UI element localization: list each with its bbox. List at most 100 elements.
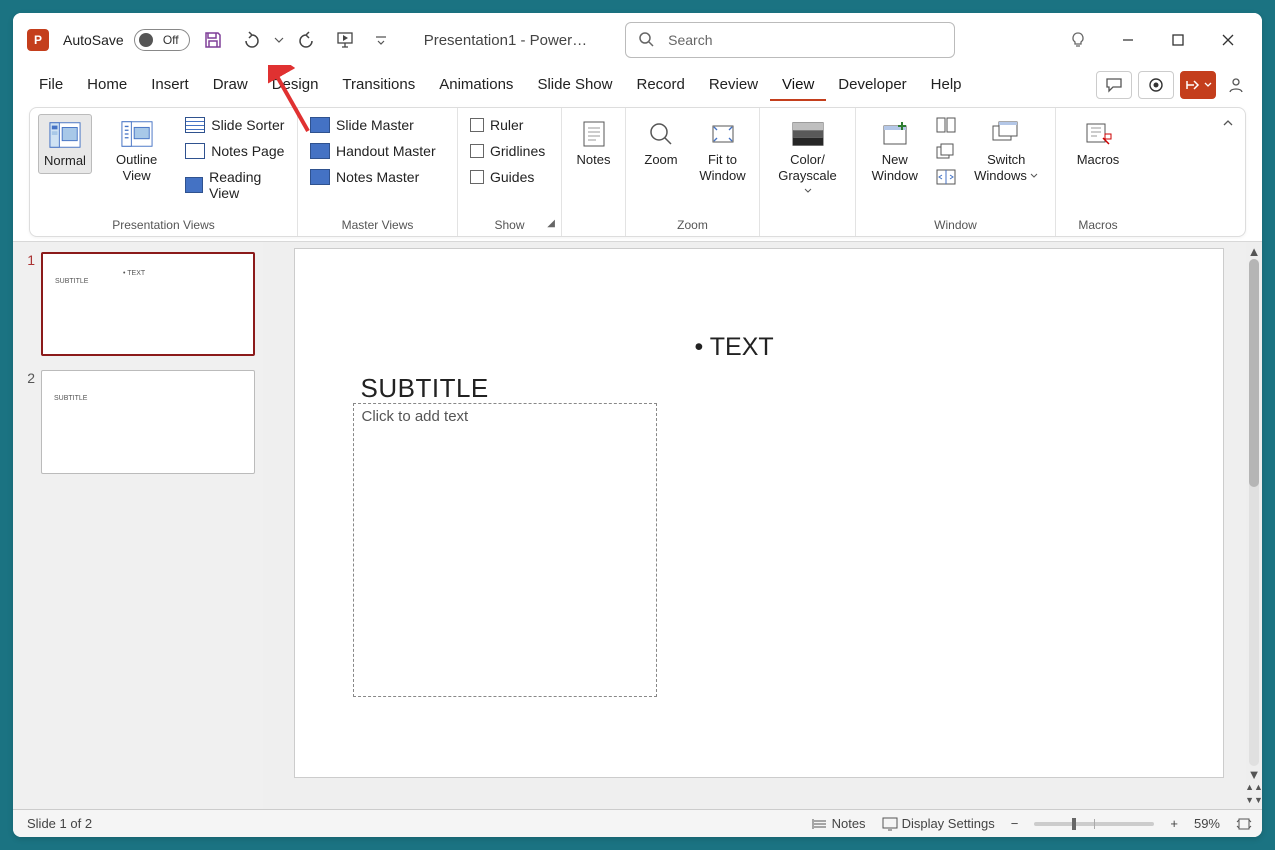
tab-home[interactable]: Home <box>75 70 139 101</box>
next-slide-button[interactable]: ▼▼ <box>1248 794 1260 806</box>
scrollbar-track[interactable] <box>1249 259 1259 766</box>
minimize-button[interactable] <box>1108 25 1148 55</box>
start-from-beginning-button[interactable] <box>332 27 358 53</box>
notes-master-icon <box>310 169 330 185</box>
slide-thumbnail-1[interactable]: SUBTITLE • TEXT <box>41 252 255 356</box>
tab-insert[interactable]: Insert <box>139 70 201 101</box>
slide-thumbnail-2[interactable]: SUBTITLE <box>41 370 255 474</box>
zoom-slider[interactable] <box>1034 822 1154 826</box>
color-grayscale-label: Color/ Grayscale <box>774 152 841 199</box>
cascade-button[interactable] <box>932 140 960 162</box>
zoom-in-button[interactable]: + <box>1170 816 1178 831</box>
content-placeholder[interactable]: Click to add text <box>353 403 657 697</box>
cascade-icon <box>936 143 956 159</box>
reading-view-icon <box>185 177 203 193</box>
slide-sorter-icon <box>185 117 205 133</box>
group-label-presentation-views: Presentation Views <box>30 216 297 236</box>
macros-button[interactable]: Macros <box>1071 114 1126 172</box>
tab-animations[interactable]: Animations <box>427 70 525 101</box>
close-button[interactable] <box>1208 25 1248 55</box>
display-settings-button[interactable]: Display Settings <box>882 816 995 831</box>
account-button[interactable] <box>1222 75 1250 95</box>
zoom-button[interactable]: Zoom <box>634 114 688 172</box>
maximize-button[interactable] <box>1158 25 1198 55</box>
ruler-checkbox[interactable]: Ruler <box>466 114 549 136</box>
fit-to-window-icon <box>707 118 739 150</box>
tab-draw[interactable]: Draw <box>201 70 260 101</box>
slide-position: Slide 1 of 2 <box>27 816 92 831</box>
tab-developer[interactable]: Developer <box>826 70 918 101</box>
fit-to-window-status-button[interactable] <box>1236 817 1252 831</box>
notes-page-button[interactable]: Notes Page <box>181 140 289 162</box>
notes-icon <box>578 118 610 150</box>
new-window-icon <box>879 118 911 150</box>
slide-sorter-button[interactable]: Slide Sorter <box>181 114 289 136</box>
outline-view-button[interactable]: Outline View <box>98 114 175 187</box>
camera-record-button[interactable] <box>1138 71 1174 99</box>
tab-help[interactable]: Help <box>919 70 974 101</box>
guides-checkbox[interactable]: Guides <box>466 166 549 188</box>
slide-master-button[interactable]: Slide Master <box>306 114 449 136</box>
tab-transitions[interactable]: Transitions <box>330 70 427 101</box>
group-label-master-views: Master Views <box>298 216 457 236</box>
tab-record[interactable]: Record <box>624 70 696 101</box>
comments-button[interactable] <box>1096 71 1132 99</box>
autosave-state: Off <box>157 33 185 47</box>
undo-button[interactable] <box>236 27 262 53</box>
undo-dropdown[interactable] <box>272 27 286 53</box>
notes-toggle-button[interactable]: Notes <box>812 816 866 831</box>
share-button[interactable] <box>1180 71 1216 99</box>
fit-to-window-button[interactable]: Fit to Window <box>694 114 751 187</box>
group-label-window: Window <box>856 216 1055 236</box>
zoom-slider-thumb[interactable] <box>1072 818 1076 830</box>
tips-button[interactable] <box>1058 25 1098 55</box>
tab-file[interactable]: File <box>27 70 75 101</box>
new-window-button[interactable]: New Window <box>864 114 926 187</box>
arrange-all-icon <box>936 117 956 133</box>
switch-windows-button[interactable]: Switch Windows <box>966 114 1047 187</box>
notes-page-icon <box>185 143 205 159</box>
zoom-percent: 59% <box>1194 816 1220 831</box>
slide-bullet-text[interactable]: • TEXT <box>695 333 774 362</box>
move-split-button[interactable] <box>932 166 960 188</box>
qat-customize-button[interactable] <box>368 27 394 53</box>
notes-master-button[interactable]: Notes Master <box>306 166 449 188</box>
thumb-number: 1 <box>21 252 35 356</box>
gridlines-checkbox[interactable]: Gridlines <box>466 140 549 162</box>
color-grayscale-button[interactable]: Color/ Grayscale <box>768 114 847 203</box>
show-dialog-launcher[interactable]: ◢ <box>547 218 555 229</box>
tab-view[interactable]: View <box>770 70 826 101</box>
toggle-knob-icon <box>139 33 153 47</box>
reading-view-button[interactable]: Reading View <box>181 166 289 204</box>
vertical-scrollbar[interactable]: ▲ ▼ ▲▲ ▼▼ <box>1246 242 1262 809</box>
zoom-icon <box>645 118 677 150</box>
group-label-macros: Macros <box>1056 216 1140 236</box>
ribbon: Normal Outline View Slide Sorter Notes P… <box>29 107 1246 237</box>
redo-button[interactable] <box>296 27 322 53</box>
checkbox-icon <box>470 144 484 158</box>
search-input[interactable]: Search <box>625 22 955 58</box>
tab-slide-show[interactable]: Slide Show <box>525 70 624 101</box>
autosave-toggle[interactable]: Off <box>134 29 190 51</box>
scroll-up-button[interactable]: ▲ <box>1248 245 1260 257</box>
slide-canvas[interactable]: • TEXT SUBTITLE Click to add text <box>294 248 1224 778</box>
normal-view-button[interactable]: Normal <box>38 114 92 174</box>
slide-thumbnails-pane: 1 SUBTITLE • TEXT 2 SUBTITLE <box>13 242 263 809</box>
tab-review[interactable]: Review <box>697 70 770 101</box>
save-button[interactable] <box>200 27 226 53</box>
zoom-out-button[interactable]: − <box>1011 816 1019 831</box>
slide-subtitle[interactable]: SUBTITLE <box>361 373 489 404</box>
handout-master-button[interactable]: Handout Master <box>306 140 449 162</box>
ribbon-collapse-button[interactable] <box>1221 116 1235 130</box>
scrollbar-thumb[interactable] <box>1249 259 1259 487</box>
arrange-all-button[interactable] <box>932 114 960 136</box>
notes-icon <box>812 817 828 831</box>
move-split-icon <box>936 169 956 185</box>
tab-design[interactable]: Design <box>260 70 331 101</box>
macros-icon <box>1082 118 1114 150</box>
scroll-down-button[interactable]: ▼ <box>1248 768 1260 780</box>
outline-view-label: Outline View <box>104 152 169 183</box>
prev-slide-button[interactable]: ▲▲ <box>1248 781 1260 793</box>
search-icon <box>638 31 656 49</box>
notes-button[interactable]: Notes <box>567 114 621 172</box>
